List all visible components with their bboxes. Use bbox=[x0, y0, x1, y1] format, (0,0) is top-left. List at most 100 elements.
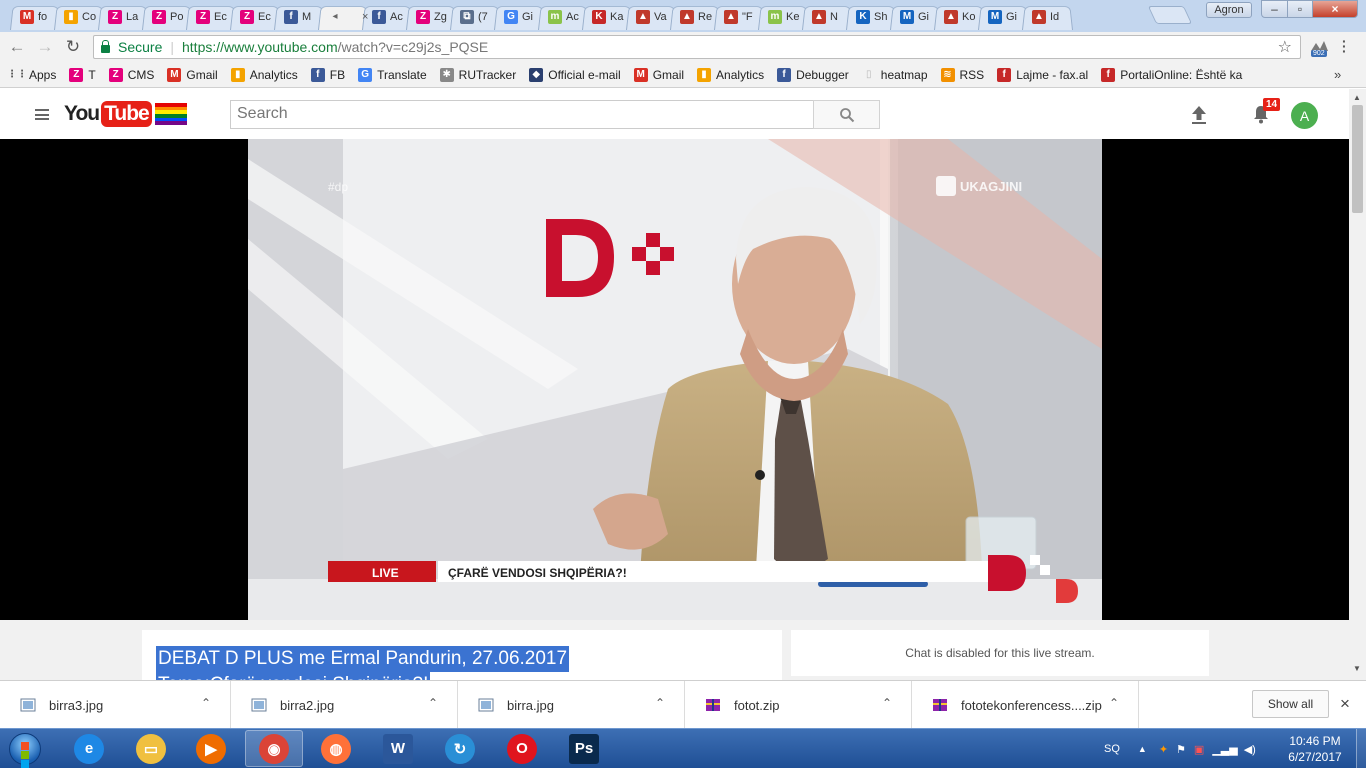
photoshop-icon: Ps bbox=[569, 733, 599, 764]
chevron-up-icon[interactable]: ⌃ bbox=[882, 696, 892, 710]
tab-title: Gi bbox=[522, 10, 533, 23]
language-indicator[interactable]: SQ bbox=[1104, 743, 1120, 755]
f-red-icon: f bbox=[1101, 67, 1116, 82]
z-icon: Z bbox=[108, 9, 122, 24]
window-maximize-button[interactable]: ▫ bbox=[1287, 0, 1313, 18]
secure-label: Secure bbox=[118, 39, 163, 55]
show-all-downloads-button[interactable]: Show all bbox=[1252, 690, 1329, 718]
rss-icon: ≋ bbox=[940, 67, 955, 82]
m-blue-icon: M bbox=[988, 9, 1002, 24]
taskbar-app-button[interactable]: ◍ bbox=[307, 730, 365, 767]
back-arrow-icon[interactable]: ← bbox=[6, 36, 28, 58]
bookmarks-overflow-button[interactable]: » bbox=[1334, 67, 1346, 82]
bookmark-item[interactable]: f Lajme - fax.al bbox=[997, 67, 1089, 82]
start-button[interactable] bbox=[2, 730, 48, 768]
clock-date: 6/27/2017 bbox=[1288, 750, 1342, 764]
bookmark-item[interactable]: ✱ RUTracker bbox=[439, 67, 516, 82]
taskbar-app-button[interactable]: ▶ bbox=[182, 730, 240, 767]
gear-icon: ✱ bbox=[439, 67, 454, 82]
scroll-up-arrow-icon[interactable]: ▲ bbox=[1353, 93, 1361, 102]
bookmark-item[interactable]: M Gmail bbox=[167, 67, 218, 82]
taskbar-app-button[interactable]: Ps bbox=[555, 730, 613, 767]
chevron-up-icon[interactable]: ⌃ bbox=[201, 696, 211, 710]
m-blue-icon: M bbox=[900, 9, 914, 24]
download-filename: fotot.zip bbox=[734, 697, 780, 713]
page-scrollbar[interactable]: ▲ ▼ bbox=[1349, 89, 1366, 680]
flag-icon: ▲ bbox=[944, 9, 958, 24]
translate-icon: G bbox=[504, 9, 518, 24]
bookmark-item[interactable]: f PortaliOnline: Është ka bbox=[1101, 67, 1243, 82]
bookmarks-bar: ⋮⋮ Apps Z T Z CMS M Gmail ▮ Analytics f FB G Translat… bbox=[0, 62, 1366, 88]
taskbar-app-button[interactable]: ↻ bbox=[431, 730, 489, 767]
browser-tab[interactable]: ▲ Id bbox=[1022, 3, 1073, 30]
chevron-up-icon[interactable]: ⌃ bbox=[1109, 696, 1119, 710]
network-signal-icon[interactable]: ▁▃▅ bbox=[1212, 743, 1237, 756]
volume-icon[interactable]: ◀) bbox=[1244, 743, 1256, 756]
bookmark-item[interactable]: ⋮⋮ Apps bbox=[7, 68, 56, 82]
bookmark-item[interactable]: Z CMS bbox=[108, 67, 154, 82]
bookmark-item[interactable]: ▯ heatmap bbox=[862, 68, 927, 82]
bookmark-item[interactable]: f FB bbox=[310, 67, 345, 82]
bookmark-item[interactable]: ◆ Official e-mail bbox=[529, 67, 621, 82]
download-item[interactable]: birra.jpg ⌃ bbox=[458, 681, 685, 729]
download-shelf-close-icon[interactable]: × bbox=[1340, 694, 1350, 714]
youtube-logo[interactable]: You Tube bbox=[64, 101, 187, 127]
taskbar-app-button[interactable]: ◉ bbox=[245, 730, 303, 767]
download-item[interactable]: fotot.zip ⌃ bbox=[685, 681, 912, 729]
taskbar-app-button[interactable]: e bbox=[60, 730, 118, 767]
bookmark-item[interactable]: f Debugger bbox=[777, 67, 849, 82]
tab-title: Gi bbox=[918, 10, 929, 23]
chevron-up-icon[interactable]: ⌃ bbox=[428, 696, 438, 710]
video-player[interactable]: #dp UKAGJINI LIVE ÇFARË VENDOSI SHQIPËRI… bbox=[0, 139, 1349, 620]
window-minimize-button[interactable]: – bbox=[1261, 0, 1288, 18]
download-item[interactable]: birra3.jpg ⌃ bbox=[0, 681, 231, 729]
download-item[interactable]: fototekonferencess....zip ⌃ bbox=[912, 681, 1139, 729]
bookmark-star-icon[interactable]: ☆ bbox=[1278, 37, 1292, 57]
bookmark-item[interactable]: ≋ RSS bbox=[940, 67, 984, 82]
internet-explorer-icon: e bbox=[74, 733, 104, 764]
show-desktop-button[interactable] bbox=[1356, 729, 1366, 768]
taskbar-clock[interactable]: 10:46 PM 6/27/2017 bbox=[1284, 733, 1346, 765]
taskbar-app-button[interactable]: O bbox=[493, 730, 551, 767]
browser-menu-icon[interactable]: · · · bbox=[1342, 34, 1347, 58]
account-avatar[interactable]: A bbox=[1291, 102, 1318, 129]
search-button[interactable] bbox=[813, 100, 880, 129]
flag-icon: ▲ bbox=[636, 9, 650, 24]
search-input[interactable]: Search bbox=[230, 100, 814, 129]
facebook-icon: f bbox=[372, 9, 386, 24]
bookmark-item[interactable]: M Gmail bbox=[633, 67, 684, 82]
download-item[interactable]: birra2.jpg ⌃ bbox=[231, 681, 458, 729]
archive-icon bbox=[933, 699, 947, 711]
scroll-down-arrow-icon[interactable]: ▼ bbox=[1353, 664, 1361, 673]
bookmark-label: PortaliOnline: Është ka bbox=[1120, 67, 1243, 82]
notification-count-badge: 14 bbox=[1263, 98, 1281, 111]
bookmark-item[interactable]: ZT bbox=[69, 67, 96, 82]
forward-arrow-icon[interactable]: → bbox=[34, 36, 56, 58]
taskbar-app-button[interactable]: ▭ bbox=[122, 730, 180, 767]
window-close-button[interactable]: × bbox=[1312, 0, 1358, 18]
bookmark-label: T bbox=[88, 67, 96, 82]
tab-title: N bbox=[830, 10, 838, 23]
tab-title: Id bbox=[1050, 10, 1060, 23]
reload-icon[interactable]: ↻ bbox=[62, 36, 84, 58]
bookmark-item[interactable]: ▮ Analytics bbox=[697, 67, 764, 82]
action-center-flag-icon[interactable]: ⚑ bbox=[1176, 743, 1186, 756]
tray-security-icon[interactable]: ▣ bbox=[1194, 743, 1204, 756]
upload-icon[interactable] bbox=[1190, 105, 1208, 125]
new-tab-button[interactable] bbox=[1147, 6, 1193, 24]
video-frame[interactable]: #dp UKAGJINI LIVE ÇFARË VENDOSI SHQIPËRI… bbox=[248, 139, 1102, 620]
bookmark-item[interactable]: ▮ Analytics bbox=[230, 67, 298, 82]
bookmark-label: Lajme - fax.al bbox=[1016, 67, 1089, 82]
profile-button[interactable]: Agron bbox=[1206, 2, 1252, 18]
scrollbar-thumb[interactable] bbox=[1352, 105, 1363, 213]
download-shelf: Show all × birra3.jpg ⌃ birra2.jpg ⌃ birra.j… bbox=[0, 680, 1366, 729]
chevron-up-icon[interactable]: ⌃ bbox=[655, 696, 665, 710]
tab-close-icon[interactable]: × bbox=[362, 11, 368, 23]
guide-menu-icon[interactable] bbox=[35, 109, 49, 120]
tray-app-icon[interactable]: ✦ bbox=[1159, 743, 1168, 756]
bookmark-item[interactable]: G Translate bbox=[358, 67, 427, 82]
show-hidden-icons-icon[interactable]: ▲ bbox=[1138, 744, 1147, 754]
taskbar-app-button[interactable]: W bbox=[369, 730, 427, 767]
address-bar[interactable]: Secure | https://www.youtube.com/watch?v… bbox=[93, 35, 1301, 59]
bookmark-label: Official e-mail bbox=[548, 67, 621, 82]
